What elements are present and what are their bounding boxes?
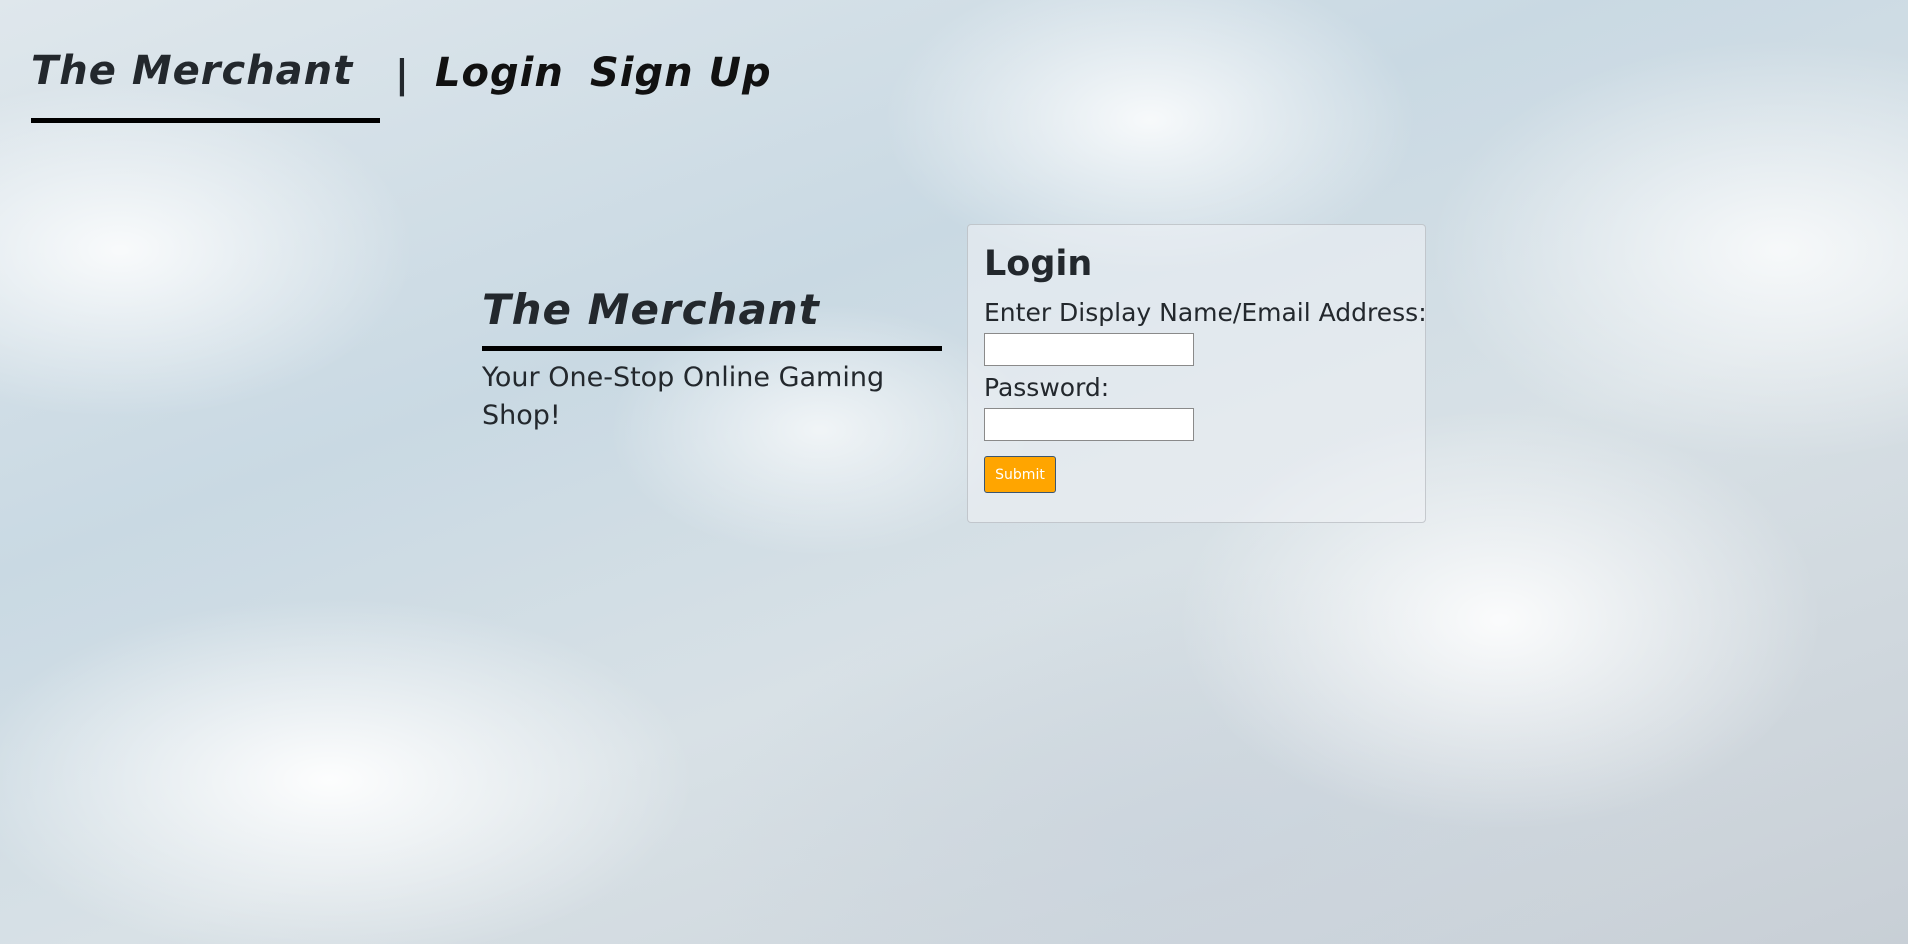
hero-divider <box>482 346 942 351</box>
site-logo-text[interactable]: The Merchant <box>31 48 353 94</box>
submit-button[interactable]: Submit <box>984 456 1056 493</box>
password-input[interactable] <box>984 408 1194 441</box>
username-label: Enter Display Name/Email Address: <box>984 298 1427 327</box>
top-navigation: The Merchant | Login Sign Up <box>31 40 831 126</box>
username-input[interactable] <box>984 333 1194 366</box>
nav-login-link[interactable]: Login <box>435 50 564 96</box>
login-form: Login Enter Display Name/Email Address: … <box>967 224 1427 523</box>
hero-title: The Merchant <box>482 285 820 334</box>
login-form-title: Login <box>984 244 1093 284</box>
nav-signup-link[interactable]: Sign Up <box>590 50 772 96</box>
nav-separator: | <box>395 52 409 96</box>
password-label: Password: <box>984 373 1110 402</box>
logo-underline <box>31 118 380 123</box>
hero-section: The Merchant Your One-Stop Online Gaming… <box>482 285 942 435</box>
hero-tagline: Your One-Stop Online Gaming Shop! <box>482 362 885 431</box>
